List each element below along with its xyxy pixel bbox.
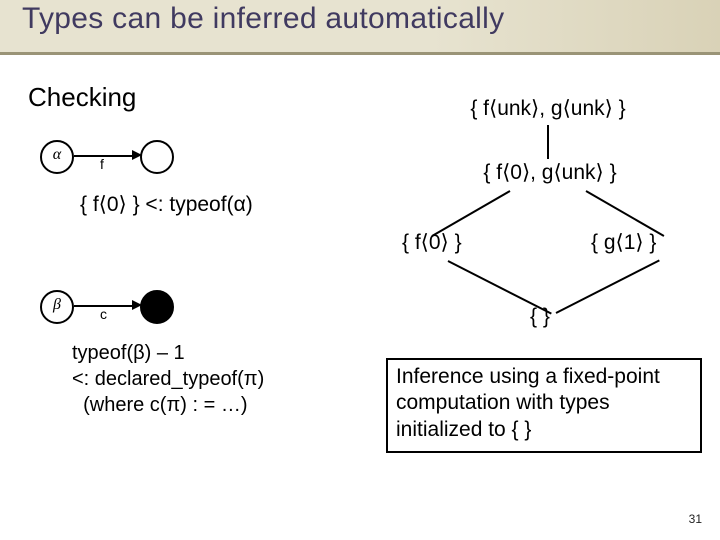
lattice-edge-right-bot <box>556 259 660 313</box>
lattice-right: { g⟨1⟩ } <box>591 230 656 255</box>
edge-label-c: c <box>100 306 107 322</box>
constraint-beta: typeof(β) – 1 <: declared_typeof(π) (whe… <box>72 340 264 418</box>
edge-label-f: f <box>100 156 104 172</box>
lattice-edge-left-bot <box>448 260 552 314</box>
arrowhead-c <box>132 300 142 310</box>
constraint-beta-l1: typeof(β) – 1 <box>72 340 264 366</box>
slide-title: Types can be inferred automatically <box>22 2 504 36</box>
node-blank-1 <box>140 140 174 174</box>
inference-box: Inference using a fixed-point computatio… <box>386 358 702 453</box>
lattice-edge-mid-left <box>432 190 511 237</box>
checking-heading: Checking <box>28 82 136 113</box>
arrowhead-f <box>132 150 142 160</box>
constraint-alpha: { f⟨0⟩ } <: typeof(α) <box>80 192 253 217</box>
node-blank-2 <box>140 290 174 324</box>
page-number: 31 <box>689 512 702 526</box>
node-beta: β <box>40 290 74 324</box>
node-alpha: α <box>40 140 74 174</box>
constraint-beta-l2: <: declared_typeof(π) <box>72 366 264 392</box>
lattice-edge-top-mid <box>547 125 549 159</box>
constraint-beta-l3: (where c(π) : = …) <box>72 392 264 418</box>
lattice-mid: { f⟨0⟩, g⟨unk⟩ } <box>440 160 660 185</box>
lattice-top: { f⟨unk⟩, g⟨unk⟩ } <box>428 96 668 121</box>
edge-f <box>74 155 136 157</box>
